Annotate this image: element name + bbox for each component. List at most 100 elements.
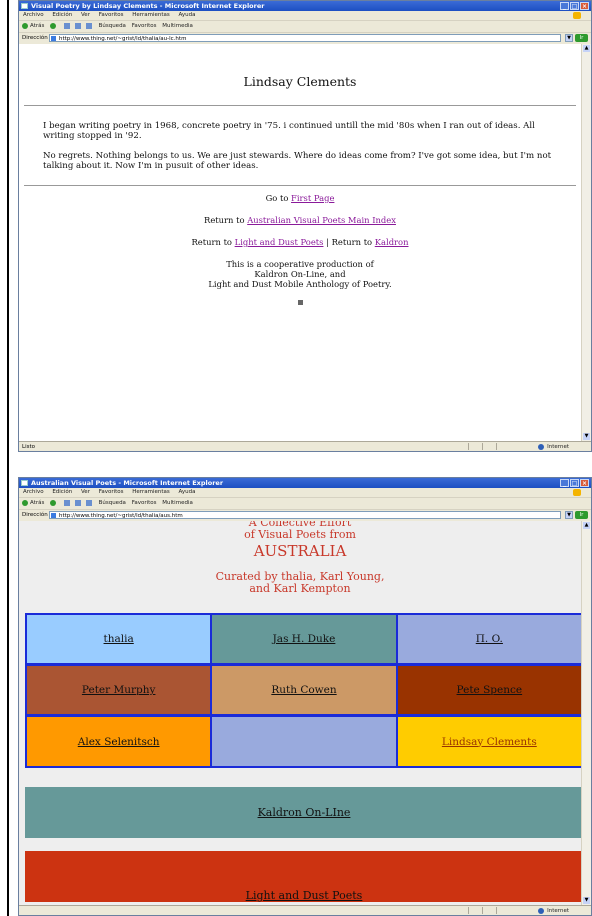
- scroll-up-icon[interactable]: ▲: [583, 522, 590, 529]
- forward-button[interactable]: [50, 498, 58, 509]
- poet-cell: Pete Spence: [397, 666, 581, 714]
- poet-cell: Lindsay Clements: [397, 717, 581, 766]
- home-icon[interactable]: [85, 22, 92, 29]
- search-button[interactable]: Búsqueda: [99, 498, 126, 509]
- menu-favoritos[interactable]: Favoritos: [99, 12, 124, 18]
- return-line-2: Return to Light and Dust Poets | Return …: [19, 237, 581, 247]
- kaldron-link[interactable]: Kaldron: [375, 237, 409, 247]
- go-button[interactable]: Ir: [575, 511, 588, 519]
- menu-favoritos[interactable]: Favoritos: [99, 489, 124, 495]
- cooperative-credit: This is a cooperative production of Kald…: [19, 259, 581, 289]
- browser-window-lindsay-clements: Visual Poetry by Lindsay Clements - Micr…: [18, 0, 592, 452]
- poet-cell: Jas H. Duke: [212, 615, 398, 663]
- collection-header: A Collective Effort of Visual Poets from…: [19, 521, 581, 595]
- scroll-up-icon[interactable]: ▲: [583, 45, 590, 52]
- stop-icon[interactable]: [63, 499, 70, 506]
- menu-edicion[interactable]: Edición: [52, 12, 72, 18]
- coop-line-3: Light and Dust Mobile Anthology of Poetr…: [208, 279, 392, 289]
- address-input[interactable]: http://www.thing.net/~grist/ld/thalia/au…: [49, 511, 561, 519]
- address-dropdown-icon[interactable]: ▼: [565, 34, 573, 42]
- poet-link[interactable]: Π. O.: [476, 633, 503, 645]
- media-button[interactable]: Multimedia: [162, 21, 193, 32]
- status-segment: [468, 907, 481, 914]
- title-bar[interactable]: Australian Visual Poets - Microsoft Inte…: [19, 478, 591, 488]
- menu-archivo[interactable]: Archivo: [23, 12, 44, 18]
- status-text: Listo: [22, 444, 35, 450]
- refresh-icon[interactable]: [74, 22, 81, 29]
- scroll-down-icon[interactable]: ▼: [583, 433, 590, 440]
- refresh-icon[interactable]: [74, 499, 81, 506]
- address-label: Dirección: [22, 512, 48, 518]
- poet-link[interactable]: Jas H. Duke: [273, 633, 336, 645]
- home-icon[interactable]: [85, 499, 92, 506]
- menu-edicion[interactable]: Edición: [52, 489, 72, 495]
- close-icon[interactable]: ×: [580, 479, 589, 487]
- poet-link[interactable]: Alex Selenitsch: [78, 736, 160, 748]
- poet-link[interactable]: thalia: [104, 633, 134, 645]
- menu-ver[interactable]: Ver: [81, 489, 90, 495]
- maximize-icon[interactable]: □: [570, 479, 579, 487]
- close-icon[interactable]: ×: [580, 2, 589, 10]
- search-button[interactable]: Búsqueda: [99, 21, 126, 32]
- menu-bar: Archivo Edición Ver Favoritos Herramient…: [19, 11, 591, 20]
- vertical-scrollbar[interactable]: ▲ ▼: [581, 44, 591, 441]
- divider: [24, 185, 576, 186]
- page-icon: [51, 36, 56, 41]
- light-and-dust-poets-link[interactable]: Light and Dust Poets: [235, 237, 324, 247]
- header-line-2: of Visual Poets from: [244, 528, 356, 541]
- menu-ver[interactable]: Ver: [81, 12, 90, 18]
- toolbar: Atrás Búsqueda Favoritos Multimedia: [19, 20, 591, 32]
- poet-link[interactable]: Lindsay Clements: [442, 736, 537, 748]
- poet-link[interactable]: Pete Spence: [457, 684, 523, 696]
- address-input[interactable]: http://www.thing.net/~grist/ld/thalia/au…: [49, 34, 561, 42]
- status-bar: Listo Internet: [19, 441, 591, 451]
- main-index-link[interactable]: Australian Visual Poets Main Index: [247, 215, 396, 225]
- title-bar[interactable]: Visual Poetry by Lindsay Clements - Micr…: [19, 1, 591, 11]
- menu-bar: Archivo Edición Ver Favoritos Herramient…: [19, 488, 591, 497]
- scroll-down-icon[interactable]: ▼: [583, 897, 590, 904]
- forward-arrow-icon: [50, 22, 57, 29]
- address-bar: Dirección http://www.thing.net/~grist/ld…: [19, 509, 591, 521]
- back-arrow-icon: [22, 22, 28, 29]
- bio-paragraph-2: No regrets. Nothing belongs to us. We ar…: [43, 151, 552, 171]
- windows-logo-icon: [573, 12, 581, 19]
- back-label: Atrás: [30, 500, 45, 506]
- search-label: Búsqueda: [98, 500, 126, 506]
- address-dropdown-icon[interactable]: ▼: [565, 511, 573, 519]
- maximize-icon[interactable]: □: [570, 2, 579, 10]
- ie-page-icon: [21, 480, 28, 486]
- kaldron-band: Kaldron On-LIne: [25, 787, 581, 838]
- back-button[interactable]: Atrás: [22, 498, 44, 509]
- goto-line: Go to First Page: [19, 193, 581, 203]
- favorites-button[interactable]: Favoritos: [132, 498, 157, 509]
- vertical-scrollbar[interactable]: ▲ ▼: [581, 521, 591, 905]
- menu-archivo[interactable]: Archivo: [23, 489, 44, 495]
- go-button[interactable]: Ir: [575, 34, 588, 42]
- minimize-icon[interactable]: _: [560, 479, 569, 487]
- coop-line-1: This is a cooperative production of: [226, 259, 374, 269]
- status-bar: Internet: [19, 905, 591, 915]
- light-and-dust-poets-link[interactable]: Light and Dust Poets: [246, 889, 363, 902]
- first-page-link[interactable]: First Page: [291, 193, 334, 203]
- bio-paragraph-1: I began writing poetry in 1968, concrete…: [43, 121, 535, 141]
- poet-link[interactable]: Ruth Cowen: [271, 684, 336, 696]
- curators-line-2: and Karl Kempton: [249, 582, 351, 595]
- divider: [24, 105, 576, 106]
- favorites-button[interactable]: Favoritos: [132, 21, 157, 32]
- kaldron-online-link[interactable]: Kaldron On-LIne: [258, 806, 351, 819]
- poet-cell: Π. O.: [397, 615, 581, 663]
- poet-cell: thalia: [27, 615, 213, 663]
- poet-link[interactable]: Peter Murphy: [82, 684, 156, 696]
- forward-button[interactable]: [50, 21, 58, 32]
- return2-separator: | Return to: [323, 237, 375, 247]
- menu-ayuda[interactable]: Ayuda: [179, 489, 196, 495]
- menu-herramientas[interactable]: Herramientas: [132, 489, 169, 495]
- back-button[interactable]: Atrás: [22, 21, 44, 32]
- stop-icon[interactable]: [63, 22, 70, 29]
- minimize-icon[interactable]: _: [560, 2, 569, 10]
- menu-herramientas[interactable]: Herramientas: [132, 12, 169, 18]
- poet-grid: thalia Jas H. Duke Π. O. Peter Murphy Ruth C…: [25, 613, 581, 768]
- favorites-label: Favoritos: [131, 500, 157, 506]
- menu-ayuda[interactable]: Ayuda: [179, 12, 196, 18]
- media-button[interactable]: Multimedia: [162, 498, 193, 509]
